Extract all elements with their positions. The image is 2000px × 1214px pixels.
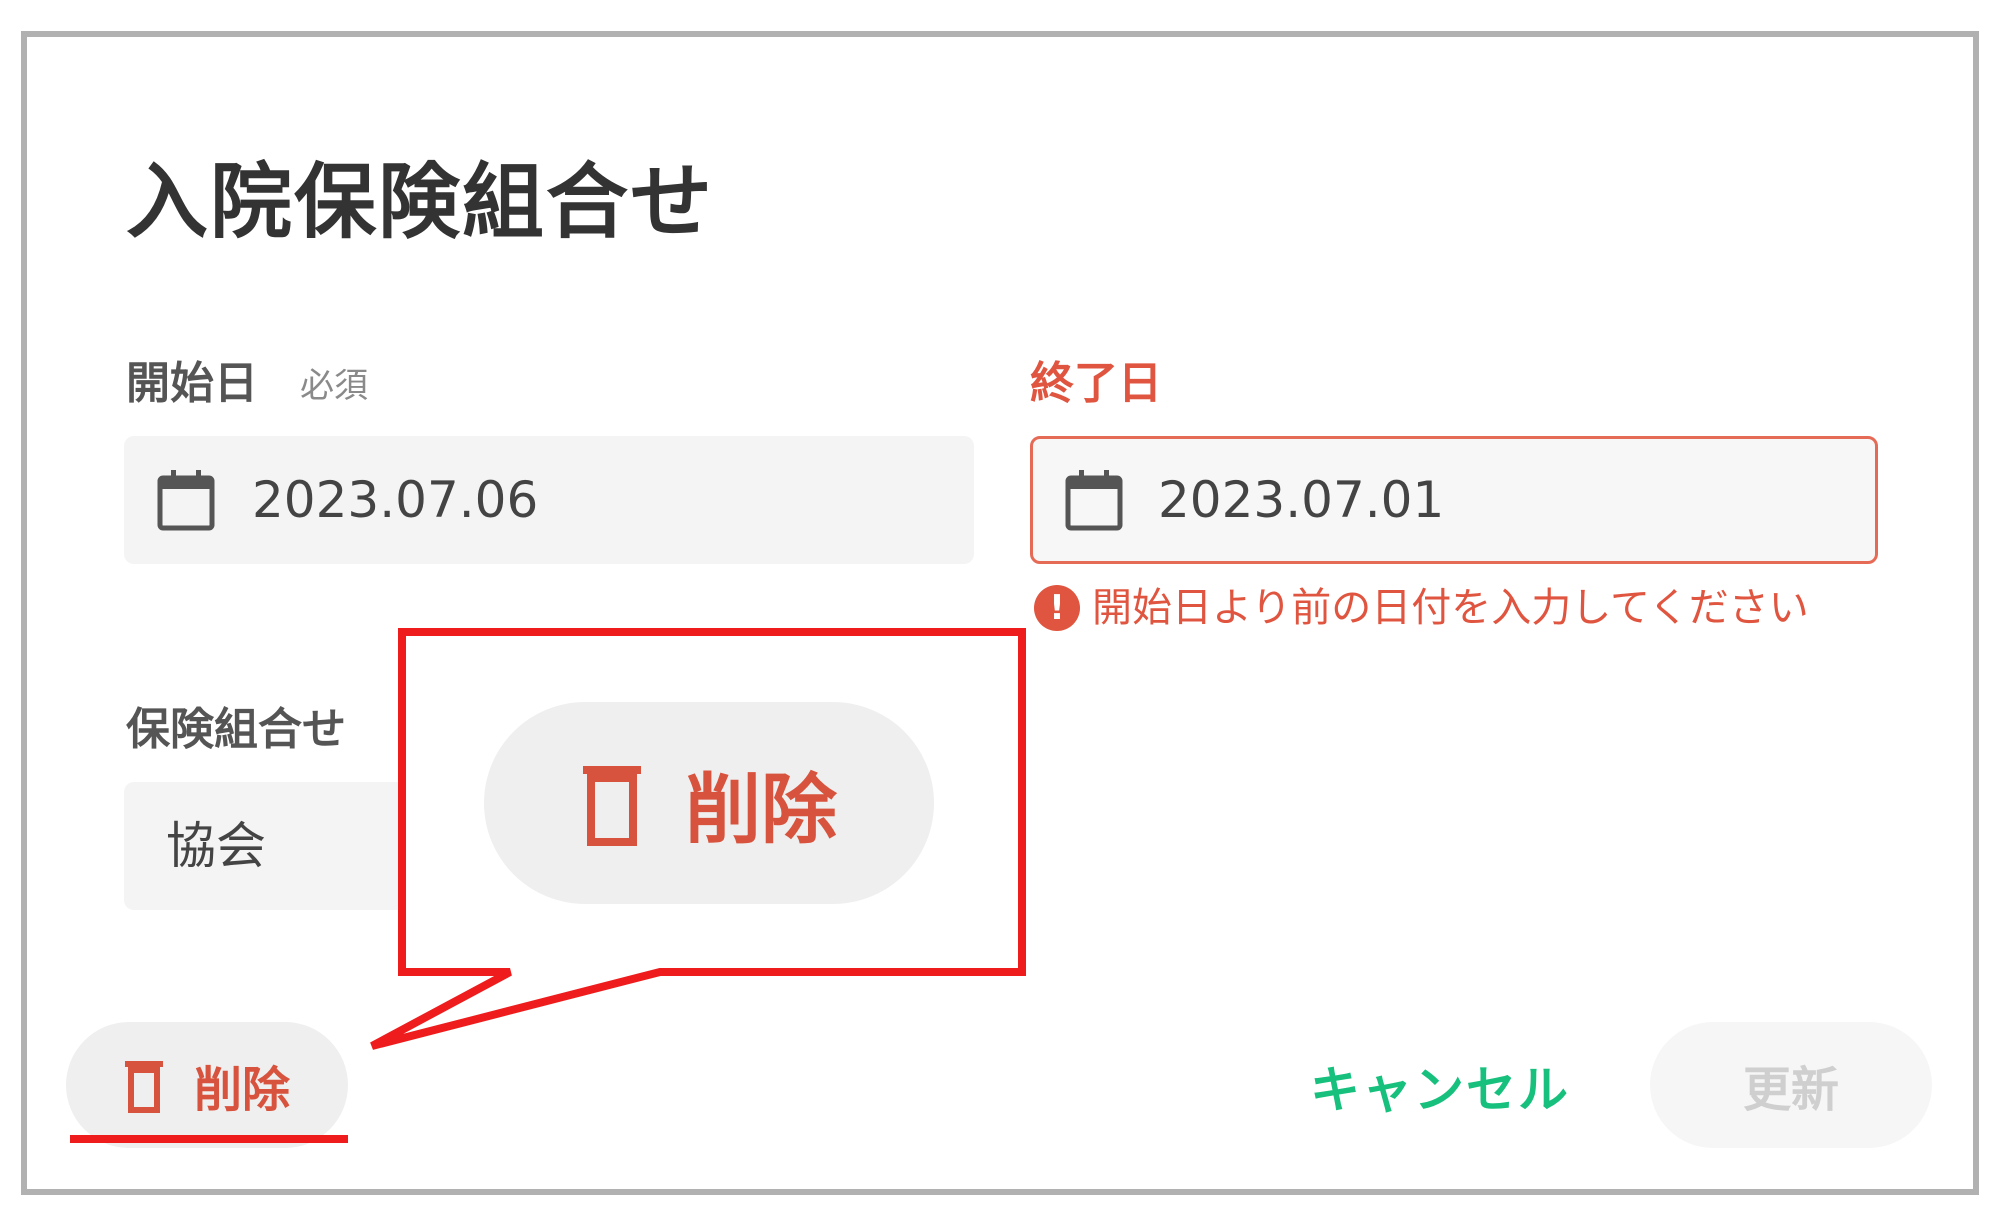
delete-label: 削除	[193, 1062, 290, 1118]
callout-delete-label: 削除	[685, 765, 837, 854]
trash-icon	[124, 1061, 163, 1113]
delete-button[interactable]: 削除	[66, 1022, 348, 1148]
cancel-button[interactable]: キャンセル	[1310, 1052, 1570, 1128]
annotation-underline	[70, 1135, 348, 1143]
update-button[interactable]: 更新	[1650, 1022, 1932, 1148]
trash-icon	[583, 766, 641, 846]
callout-delete-button: 削除	[484, 702, 934, 904]
